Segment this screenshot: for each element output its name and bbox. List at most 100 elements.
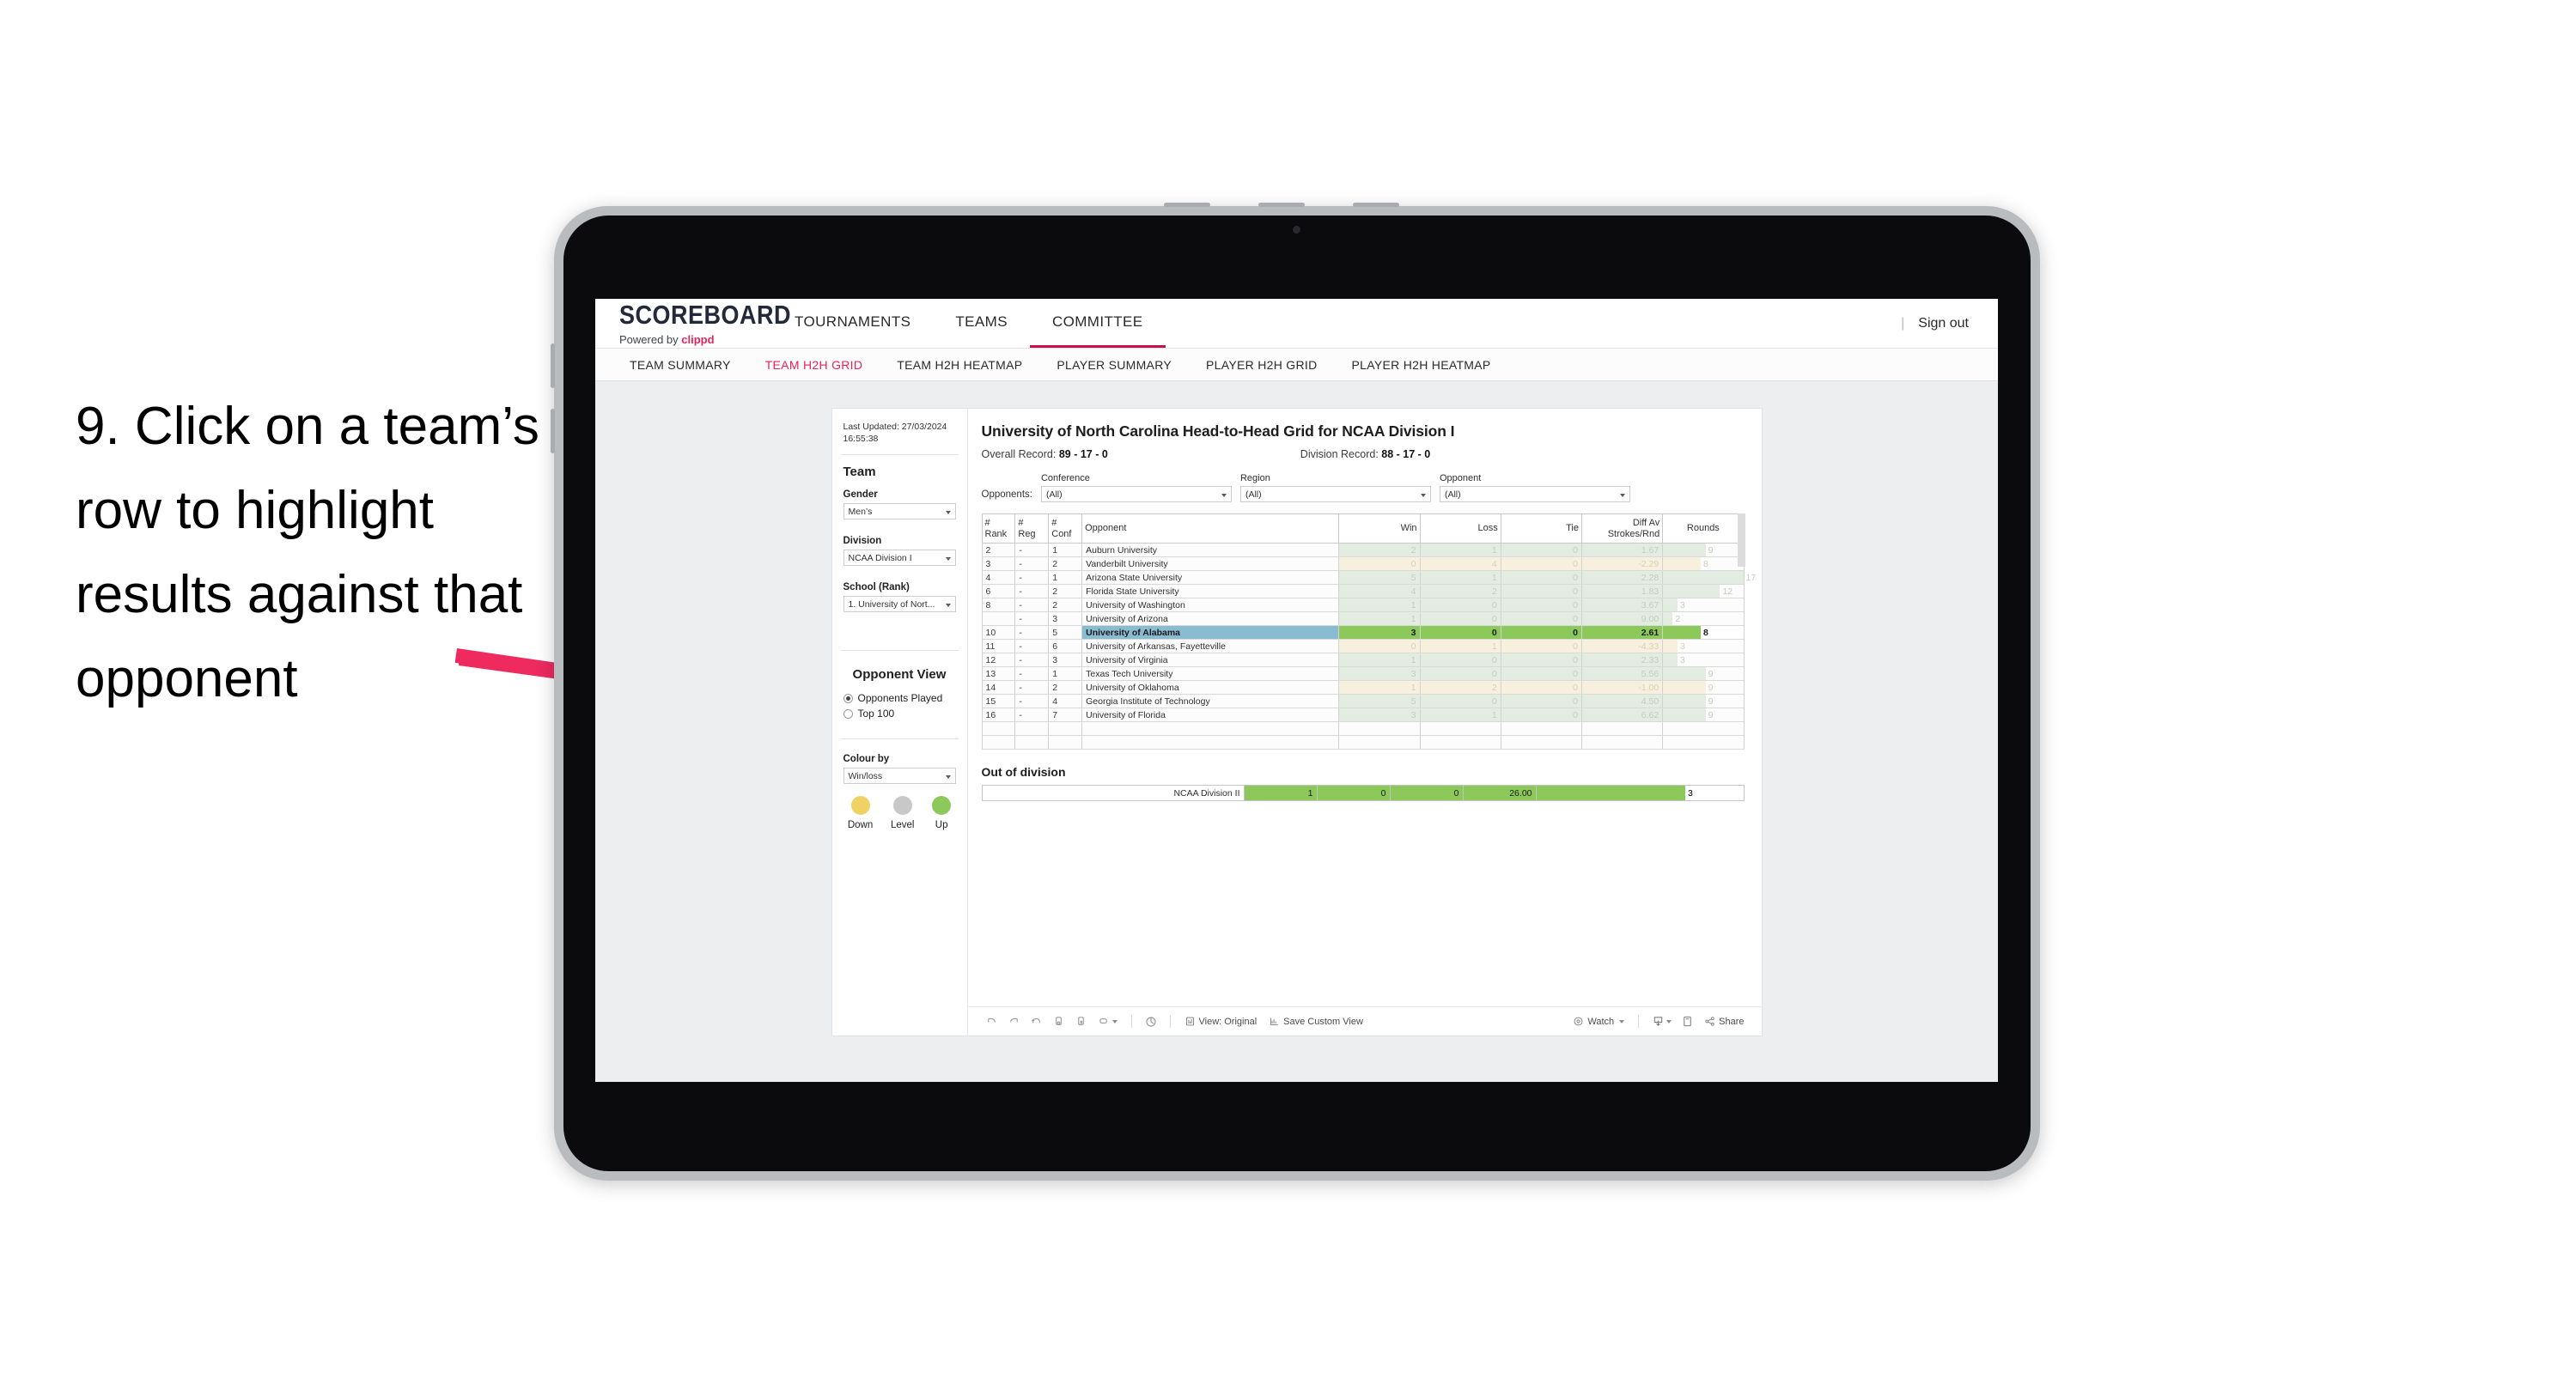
cell-tie: 0 [1500,625,1582,641]
table-row[interactable]: NCAA Division II 1 0 0 26.00 3 [981,785,1745,802]
cell-conf: 2 [1048,598,1083,613]
division-select[interactable]: NCAA Division I [843,550,956,567]
cell-diff: 5.56 [1580,666,1664,682]
cell-blank [1338,721,1421,737]
brand-logo[interactable]: SCOREBOARD Powered by clippd [595,299,791,348]
volume-down-button[interactable] [551,409,555,453]
watch-button[interactable]: Watch [1568,1016,1629,1027]
table-row[interactable]: 4-1 Arizona State University 5 1 0 2.28 17 [981,570,1756,586]
pause-icon[interactable] [1071,1012,1092,1031]
revert-icon[interactable] [1026,1012,1047,1031]
cell-win: 0 [1338,556,1421,572]
sub-navigation: TEAM SUMMARY TEAM H2H GRID TEAM H2H HEAT… [595,349,1998,381]
school-value: 1. University of Nort... [848,598,935,610]
division-label: Division [843,536,882,547]
tab-player-h2h-heatmap[interactable]: PLAYER H2H HEATMAP [1335,358,1508,372]
download-icon[interactable] [1647,1012,1675,1031]
table-row[interactable]: -3 University of Arizona 1 0 0 9.00 2 [981,611,1745,627]
cell-tie: 0 [1500,694,1582,709]
rounds-value: 9 [1708,682,1714,693]
gender-select[interactable]: Men’s [843,503,956,520]
nav-tournaments[interactable]: TOURNAMENTS [772,299,933,348]
cell-rank: 14 [981,680,1016,696]
cell-rounds: 17 [1662,570,1756,586]
view-original-button[interactable]: View: Original [1179,1016,1263,1027]
refresh-icon[interactable] [1049,1012,1069,1031]
nav-teams[interactable]: TEAMS [933,299,1030,348]
col-conf-l1: # [1051,518,1057,528]
cell-diff: 1.83 [1580,584,1664,599]
col-rank: # Rank [981,513,1016,544]
colour-by-select[interactable]: Win/loss [843,768,956,785]
fullscreen-icon[interactable] [1677,1012,1697,1031]
tab-team-h2h-heatmap[interactable]: TEAM H2H HEATMAP [880,358,1039,372]
table-row[interactable]: 10-5 University of Alabama 3 0 0 2.61 8 [981,625,1745,641]
table-row[interactable]: 13-1 Texas Tech University 3 0 0 5.56 9 [981,666,1745,682]
opponent-select[interactable]: (All) [1439,486,1630,502]
radio-top-100[interactable]: Top 100 [843,708,956,720]
cell-loss: 2 [1419,680,1501,696]
cell-loss: 1 [1419,570,1501,586]
pan-icon[interactable] [1141,1012,1161,1031]
col-rank-l1: # [984,518,990,528]
cell-opponent: University of Oklahoma [1081,680,1340,696]
radio-opponents-played-label: Opponents Played [857,692,943,705]
region-select[interactable]: (All) [1239,486,1431,502]
school-select[interactable]: 1. University of Nort... [843,596,956,613]
out-of-division-title: Out of division [981,765,1066,780]
sign-out-link[interactable]: Sign out [1918,316,1969,331]
rounds-value: 3 [1680,641,1685,652]
table-row[interactable]: 8-2 University of Washington 1 0 0 3.67 3 [981,598,1745,613]
redo-icon[interactable] [1004,1012,1025,1031]
top-button-3[interactable] [1353,203,1399,207]
cell-reg: - [1014,708,1050,723]
tab-player-h2h-grid[interactable]: PLAYER H2H GRID [1189,358,1335,372]
table-scrollbar[interactable] [1737,513,1745,750]
conference-select[interactable]: (All) [1040,486,1232,502]
table-row[interactable]: 16-7 University of Florida 3 1 0 6.62 9 [981,708,1745,723]
volume-up-button[interactable] [551,343,555,388]
highlight-icon[interactable] [1093,1012,1123,1031]
cell-blank [1662,735,1745,750]
table-scrollbar-thumb[interactable] [1737,513,1745,567]
undo-icon[interactable] [982,1012,1002,1031]
cell-conf: 4 [1048,694,1083,709]
tab-team-h2h-grid[interactable]: TEAM H2H GRID [748,358,880,372]
toolbar-divider-3 [1638,1015,1640,1028]
radio-opponents-played[interactable]: Opponents Played [843,692,956,704]
table-row[interactable]: 12-3 University of Virginia 1 0 0 2.33 3 [981,653,1745,668]
col-diff: Diff Av Strokes/Rnd [1580,513,1664,544]
top-button[interactable] [1164,203,1210,207]
share-button[interactable]: Share [1699,1016,1749,1027]
table-row[interactable]: 14-2 University of Oklahoma 1 2 0 -1.00 9 [981,680,1745,696]
table-row[interactable]: 15-4 Georgia Institute of Technology 5 0 0 4.… [981,694,1745,709]
col-tie: Tie [1500,513,1582,544]
save-custom-view-button[interactable]: Save Custom View [1264,1016,1368,1027]
cell-tie: 0 [1500,584,1582,599]
tab-team-summary[interactable]: TEAM SUMMARY [612,358,748,372]
cell-rounds: 9 [1662,694,1745,709]
tab-player-summary[interactable]: PLAYER SUMMARY [1039,358,1189,372]
table-row[interactable]: 11-6 University of Arkansas, Fayetteville… [981,639,1745,654]
region-label: Region [1239,473,1270,483]
app-header: SCOREBOARD Powered by clippd TOURNAMENTS… [595,299,1998,349]
top-button-2[interactable] [1258,203,1305,207]
cell-rank [981,611,1016,627]
table-row[interactable]: 3-2 Vanderbilt University 0 4 0 -2.29 8 [981,556,1745,572]
cell-diff: 9.00 [1580,611,1664,627]
cell-blank [1500,721,1582,737]
chevron-down-icon [945,556,951,561]
rounds-value: 9 [1708,544,1714,556]
cell-reg: - [1014,639,1050,654]
ood-label: NCAA Division II [981,785,1245,802]
col-conf-l2: Conf [1051,528,1072,539]
col-win: Win [1338,513,1421,544]
cell-loss: 2 [1419,584,1501,599]
cell-conf: 2 [1048,680,1083,696]
cell-blank [1580,721,1664,737]
table-head: # Rank # Reg # Conf Opponent Win Loss Tie D… [981,513,1745,544]
nav-committee[interactable]: COMMITTEE [1029,299,1166,348]
table-row[interactable]: 2-1 Auburn University 2 1 0 1.67 9 [981,543,1745,558]
sidebar-divider-1 [840,454,959,456]
table-row[interactable]: 6-2 Florida State University 4 2 0 1.83 12 [981,584,1745,599]
